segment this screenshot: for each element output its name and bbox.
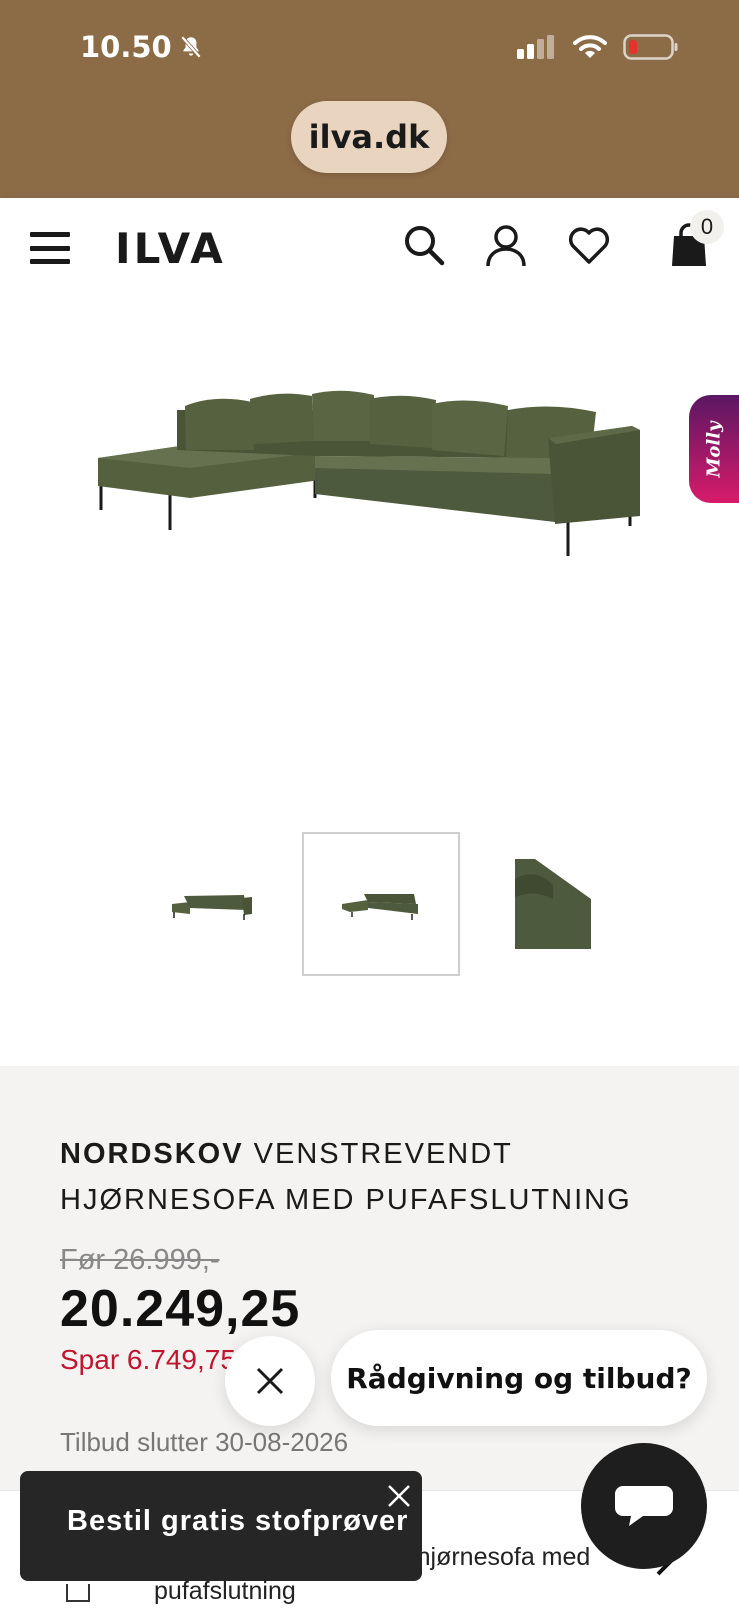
status-time: 10.50	[80, 30, 204, 64]
molly-chat-tab[interactable]: Molly	[689, 395, 739, 503]
checkbox-icon[interactable]	[66, 1584, 90, 1602]
old-price: Før 26.999,-	[60, 1244, 220, 1276]
toast-label: Bestil gratis stofprøver	[67, 1505, 409, 1537]
chat-prompt-text: Rådgivning og tilbud?	[346, 1361, 692, 1395]
time-text: 10.50	[80, 30, 172, 64]
thumbnail-3-image	[515, 859, 591, 949]
thumbnail-1[interactable]	[130, 832, 288, 976]
battery-icon	[623, 34, 678, 60]
product-image-area[interactable]	[0, 298, 739, 798]
wifi-icon	[573, 35, 607, 58]
menu-icon[interactable]	[30, 232, 70, 264]
site-header: ILVA 0	[0, 198, 739, 298]
thumbnail-strip	[130, 832, 632, 976]
signal-icon	[517, 35, 554, 59]
current-price: 20.249,25	[60, 1280, 301, 1338]
close-icon	[256, 1367, 284, 1395]
system-icons	[517, 34, 679, 60]
toast-close-icon[interactable]	[384, 1481, 414, 1511]
heart-icon[interactable]	[566, 222, 612, 268]
site-logo[interactable]: ILVA	[115, 224, 226, 273]
savings-text: Spar 6.749,75	[60, 1344, 236, 1375]
bell-muted-icon	[180, 35, 201, 59]
status-bar: 10.50 ilva.dk	[0, 0, 739, 198]
product-title: NORDSKOV VENSTREVENDT HJØRNESOFA MED PUF…	[60, 1131, 680, 1223]
account-icon[interactable]	[483, 222, 529, 268]
thumbnail-3[interactable]	[474, 832, 632, 976]
chat-launcher-button[interactable]	[581, 1443, 707, 1569]
product-image	[98, 390, 640, 556]
chat-prompt-bubble[interactable]: Rådgivning og tilbud?	[331, 1330, 707, 1426]
url-bar[interactable]: ilva.dk	[291, 101, 447, 173]
offer-ends-text: Tilbud slutter 30-08-2026	[60, 1427, 349, 1457]
fabric-sample-toast[interactable]: Bestil gratis stofprøver	[20, 1471, 422, 1581]
product-brand: NORDSKOV	[60, 1138, 244, 1170]
search-icon[interactable]	[401, 222, 447, 268]
url-text: ilva.dk	[308, 118, 430, 156]
chat-bubble-icon	[615, 1486, 673, 1526]
thumbnail-2[interactable]	[302, 832, 460, 976]
thumbnail-1-image	[172, 895, 252, 920]
thumbnail-2-image	[342, 894, 418, 920]
molly-label: Molly	[703, 420, 725, 478]
chat-close-button[interactable]	[225, 1336, 315, 1426]
cart-count-badge: 0	[690, 210, 724, 244]
